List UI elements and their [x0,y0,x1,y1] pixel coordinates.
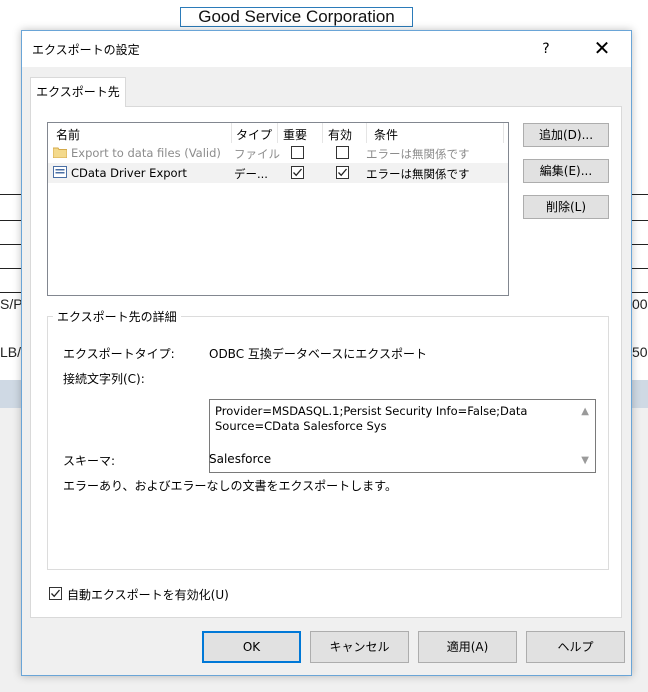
help-button[interactable]: ヘルプ [526,631,625,663]
document-text-fragment: 00 [632,296,648,312]
enabled-checkbox[interactable] [336,166,349,179]
table-rule [0,220,22,221]
column-divider[interactable] [366,123,367,143]
column-divider[interactable] [503,123,504,143]
important-checkbox[interactable] [291,166,304,179]
column-header-important[interactable]: 重要 [283,126,307,143]
table-rule [632,268,648,269]
check-icon [338,168,347,177]
list-item-condition: エラーは無関係です [366,147,470,161]
document-title: Good Service Corporation [180,7,413,27]
table-rule [632,292,648,293]
schema-label: スキーマ: [63,454,116,468]
export-description: エラーあり、およびエラーなしの文書をエクスポートします。 [63,479,397,493]
tab-panel: 名前 タイプ 重要 有効 条件 Export to data files (Va… [30,106,622,618]
column-divider[interactable] [277,123,278,143]
table-rule [632,220,648,221]
export-type-value: ODBC 互換データベースにエクスポート [209,347,427,361]
table-rule [632,244,648,245]
column-header-type[interactable]: タイプ [236,126,272,143]
document-text-fragment: 50 [632,344,648,360]
list-item-type: ファイル [234,147,280,161]
column-divider[interactable] [231,123,232,143]
check-icon [293,168,302,177]
check-icon [51,589,60,598]
auto-export-checkbox[interactable] [49,587,62,600]
scroll-up-icon[interactable]: ▲ [581,404,589,419]
ok-button[interactable]: OK [202,631,301,663]
list-item[interactable]: CData Driver Export デー... エラーは無関係です [48,163,508,183]
list-item-condition: エラーは無関係です [366,167,470,181]
tab-export-destination[interactable]: エクスポート先 [30,77,126,107]
table-rule [0,194,22,195]
edit-button[interactable]: 編集(E)... [523,159,609,183]
cancel-button[interactable]: キャンセル [310,631,409,663]
list-header: 名前 タイプ 重要 有効 条件 [48,123,508,143]
close-icon[interactable]: ✕ [582,35,622,63]
list-item-name: CData Driver Export [71,166,187,180]
enabled-checkbox[interactable] [336,146,349,159]
list-item-name: Export to data files (Valid) [71,146,221,160]
column-header-condition[interactable]: 条件 [374,126,398,143]
apply-button[interactable]: 適用(A) [418,631,517,663]
add-button[interactable]: 追加(D)... [523,123,609,147]
important-checkbox[interactable] [291,146,304,159]
list-item-type: デー... [234,167,268,181]
help-icon[interactable]: ? [528,35,564,63]
scroll-down-icon[interactable]: ▼ [581,453,589,468]
database-export-icon [53,166,67,178]
table-rule [0,244,22,245]
auto-export-label[interactable]: 自動エクスポートを有効化(U) [67,586,229,603]
list-item[interactable]: Export to data files (Valid) ファイル エラーは無関… [48,143,508,163]
folder-icon [53,147,67,158]
column-divider[interactable] [322,123,323,143]
details-group-title: エクスポート先の詳細 [53,308,181,325]
table-rule [632,194,648,195]
dialog-titlebar: エクスポートの設定 ? ✕ [22,31,631,67]
delete-button[interactable]: 削除(L) [523,195,609,219]
connection-string-label: 接続文字列(C): [63,372,145,386]
export-type-label: エクスポートタイプ: [63,347,175,361]
table-rule [0,292,22,293]
export-settings-dialog: エクスポートの設定 ? ✕ エクスポート先 名前 タイプ 重要 有効 条件 Ex… [21,30,632,676]
table-rule [0,268,22,269]
column-header-enabled[interactable]: 有効 [328,126,352,143]
column-header-name[interactable]: 名前 [56,126,80,143]
connection-string-text: Provider=MSDASQL.1;Persist Security Info… [215,404,528,433]
dialog-title: エクスポートの設定 [32,43,140,57]
export-destination-list[interactable]: 名前 タイプ 重要 有効 条件 Export to data files (Va… [47,122,509,296]
schema-value: Salesforce [209,452,272,466]
